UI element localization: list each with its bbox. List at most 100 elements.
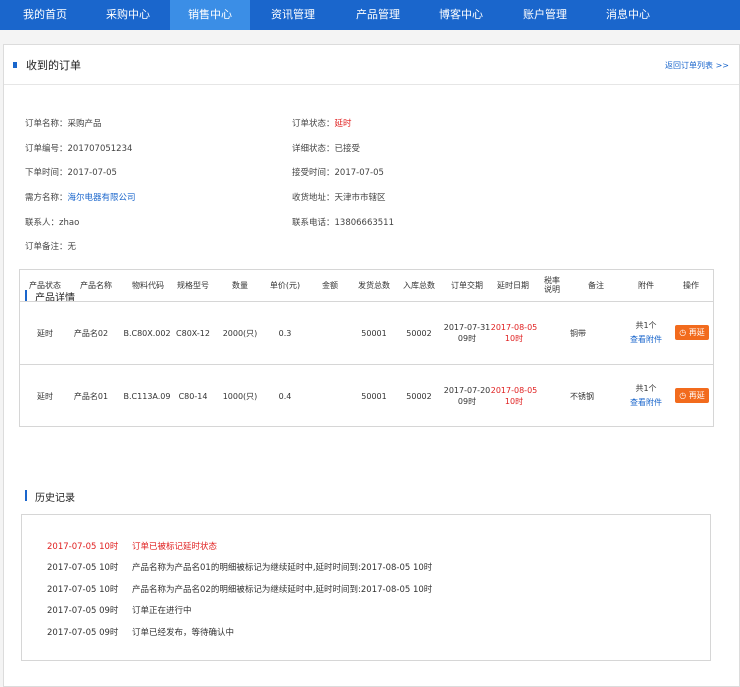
contact-field: 联系人：zhao bbox=[25, 216, 79, 228]
phone-label: 联系电话： bbox=[292, 218, 335, 228]
col-price: 单价(元) bbox=[269, 281, 301, 290]
history-text: 订单已被标记延时状态 bbox=[132, 542, 218, 552]
detail-status-field: 详细状态：已接受 bbox=[292, 142, 360, 154]
row-attach-count: 共1个 bbox=[635, 321, 657, 330]
products-table: 产品状态 产品名称 物料代码 规格型号 数量 单价(元) 金额 发货总数 入库总… bbox=[19, 269, 714, 427]
history-entry: 2017-07-05 09时 订单已经发布，等待确认中 bbox=[47, 626, 234, 638]
row-code: B.C80X.002 bbox=[123, 329, 171, 338]
history-time: 2017-07-05 10时 bbox=[47, 563, 119, 573]
row-code: B.C113A.09 bbox=[123, 392, 171, 401]
row-delay: 2017-08-05 10时 bbox=[490, 386, 538, 406]
col-action: 操作 bbox=[683, 281, 699, 290]
address-field: 收货地址：天津市市辖区 bbox=[292, 191, 386, 203]
order-no-label: 订单编号： bbox=[25, 144, 68, 154]
history-entry: 2017-07-05 10时 订单已被标记延时状态 bbox=[47, 540, 217, 552]
remark-label: 订单备注： bbox=[25, 242, 68, 252]
col-spec: 规格型号 bbox=[177, 281, 209, 290]
page-title: 收到的订单 bbox=[26, 59, 81, 72]
row-price: 0.3 bbox=[278, 329, 292, 338]
nav-messages[interactable]: 消息中心 bbox=[588, 0, 668, 30]
row-stored: 50002 bbox=[406, 329, 432, 338]
buyer-link[interactable]: 海尔电器有限公司 bbox=[68, 193, 136, 203]
detail-status-value: 已接受 bbox=[334, 144, 361, 154]
history-section-marker bbox=[25, 490, 27, 501]
order-name-label: 订单名称： bbox=[25, 119, 68, 129]
panel-header: 收到的订单 返回订单列表 >> bbox=[4, 45, 739, 85]
nav-account[interactable]: 账户管理 bbox=[505, 0, 585, 30]
order-time-label: 下单时间： bbox=[25, 168, 68, 178]
col-shipped: 发货总数 bbox=[358, 281, 390, 290]
view-attachment-link[interactable]: 查看附件 bbox=[622, 397, 670, 408]
history-text: 订单已经发布，等待确认中 bbox=[132, 628, 235, 638]
extend-again-button[interactable]: ◷ 再延 bbox=[675, 325, 709, 340]
col-attachment: 附件 bbox=[638, 281, 654, 290]
accept-time-field: 接受时间：2017-07-05 bbox=[292, 166, 384, 178]
phone-value: 13806663511 bbox=[334, 218, 395, 228]
nav-sales[interactable]: 销售中心 bbox=[170, 0, 250, 30]
table-row: 延时 产品名02 B.C80X.002 C80X-12 2000(只) 0.3 … bbox=[20, 302, 713, 364]
row-name: 产品名02 bbox=[73, 329, 109, 338]
phone-field: 联系电话：13806663511 bbox=[292, 216, 394, 228]
row-status: 延时 bbox=[37, 329, 53, 338]
order-no-field: 订单编号：201707051234 bbox=[25, 142, 132, 154]
top-nav: 我的首页 采购中心 销售中心 资讯管理 产品管理 博客中心 账户管理 消息中心 bbox=[0, 0, 740, 30]
history-entry: 2017-07-05 09时 订单正在进行中 bbox=[47, 604, 192, 616]
nav-home[interactable]: 我的首页 bbox=[5, 0, 85, 30]
row-shipped: 50001 bbox=[361, 392, 387, 401]
status-field: 订单状态：延时 bbox=[292, 117, 352, 129]
nav-news[interactable]: 资讯管理 bbox=[253, 0, 333, 30]
buyer-label: 需方名称： bbox=[25, 193, 68, 203]
col-note: 备注 bbox=[588, 281, 604, 290]
col-delay: 延时日期 bbox=[497, 281, 529, 290]
history-box: 2017-07-05 10时 订单已被标记延时状态 2017-07-05 10时产… bbox=[21, 514, 711, 661]
col-status: 产品状态 bbox=[29, 281, 61, 290]
row-due: 2017-07-31 09时 bbox=[443, 323, 491, 343]
back-to-list-link[interactable]: 返回订单列表 >> bbox=[665, 60, 729, 71]
nav-products[interactable]: 产品管理 bbox=[338, 0, 418, 30]
row-spec: C80X-12 bbox=[176, 329, 210, 338]
nav-purchase[interactable]: 采购中心 bbox=[88, 0, 168, 30]
history-entry: 2017-07-05 10时 产品名称为产品名01的明细被标记为继续延时中,延时时… bbox=[47, 561, 432, 573]
clock-icon: ◷ bbox=[679, 328, 687, 337]
col-amount: 金额 bbox=[322, 281, 338, 290]
history-time: 2017-07-05 10时 bbox=[47, 585, 119, 595]
col-qty: 数量 bbox=[232, 281, 248, 290]
status-label: 订单状态： bbox=[292, 119, 335, 129]
order-time-field: 下单时间：2017-07-05 bbox=[25, 166, 117, 178]
contact-value: zhao bbox=[59, 218, 80, 228]
row-attach-count: 共1个 bbox=[635, 384, 657, 393]
contact-label: 联系人： bbox=[25, 218, 60, 228]
row-note: 不锈钢 bbox=[570, 392, 594, 401]
row-delay: 2017-08-05 10时 bbox=[490, 323, 538, 343]
history-time: 2017-07-05 09时 bbox=[47, 606, 119, 616]
history-text: 订单正在进行中 bbox=[132, 606, 192, 616]
clock-icon: ◷ bbox=[679, 391, 687, 400]
detail-status-label: 详细状态： bbox=[292, 144, 335, 154]
row-spec: C80-14 bbox=[178, 392, 208, 401]
extend-again-label: 再延 bbox=[688, 328, 705, 337]
col-stored: 入库总数 bbox=[403, 281, 435, 290]
buyer-field: 需方名称：海尔电器有限公司 bbox=[25, 191, 136, 203]
remark-field: 订单备注：无 bbox=[25, 240, 76, 252]
history-time: 2017-07-05 09时 bbox=[47, 628, 119, 638]
row-stored: 50002 bbox=[406, 392, 432, 401]
order-name-value: 采购产品 bbox=[67, 119, 102, 129]
address-value: 天津市市辖区 bbox=[334, 193, 386, 203]
nav-blog[interactable]: 博客中心 bbox=[421, 0, 501, 30]
remark-value: 无 bbox=[67, 242, 77, 252]
row-qty: 2000(只) bbox=[222, 329, 258, 338]
row-qty: 1000(只) bbox=[222, 392, 258, 401]
row-price: 0.4 bbox=[278, 392, 292, 401]
view-attachment-link[interactable]: 查看附件 bbox=[622, 334, 670, 345]
history-text: 产品名称为产品名02的明细被标记为继续延时中,延时时间到:2017-08-05 … bbox=[132, 585, 433, 595]
table-header: 产品状态 产品名称 物料代码 规格型号 数量 单价(元) 金额 发货总数 入库总… bbox=[20, 270, 713, 302]
extend-again-button[interactable]: ◷ 再延 bbox=[675, 388, 709, 403]
history-text: 产品名称为产品名01的明细被标记为继续延时中,延时时间到:2017-08-05 … bbox=[132, 563, 433, 573]
history-entry: 2017-07-05 10时 产品名称为产品名02的明细被标记为继续延时中,延时时… bbox=[47, 583, 432, 595]
history-section-title: 历史记录 bbox=[35, 493, 75, 504]
status-value: 延时 bbox=[334, 119, 352, 129]
row-due: 2017-07-20 09时 bbox=[443, 386, 491, 406]
row-name: 产品名01 bbox=[73, 392, 109, 401]
accept-time-value: 2017-07-05 bbox=[334, 168, 384, 178]
col-name: 产品名称 bbox=[80, 281, 112, 290]
